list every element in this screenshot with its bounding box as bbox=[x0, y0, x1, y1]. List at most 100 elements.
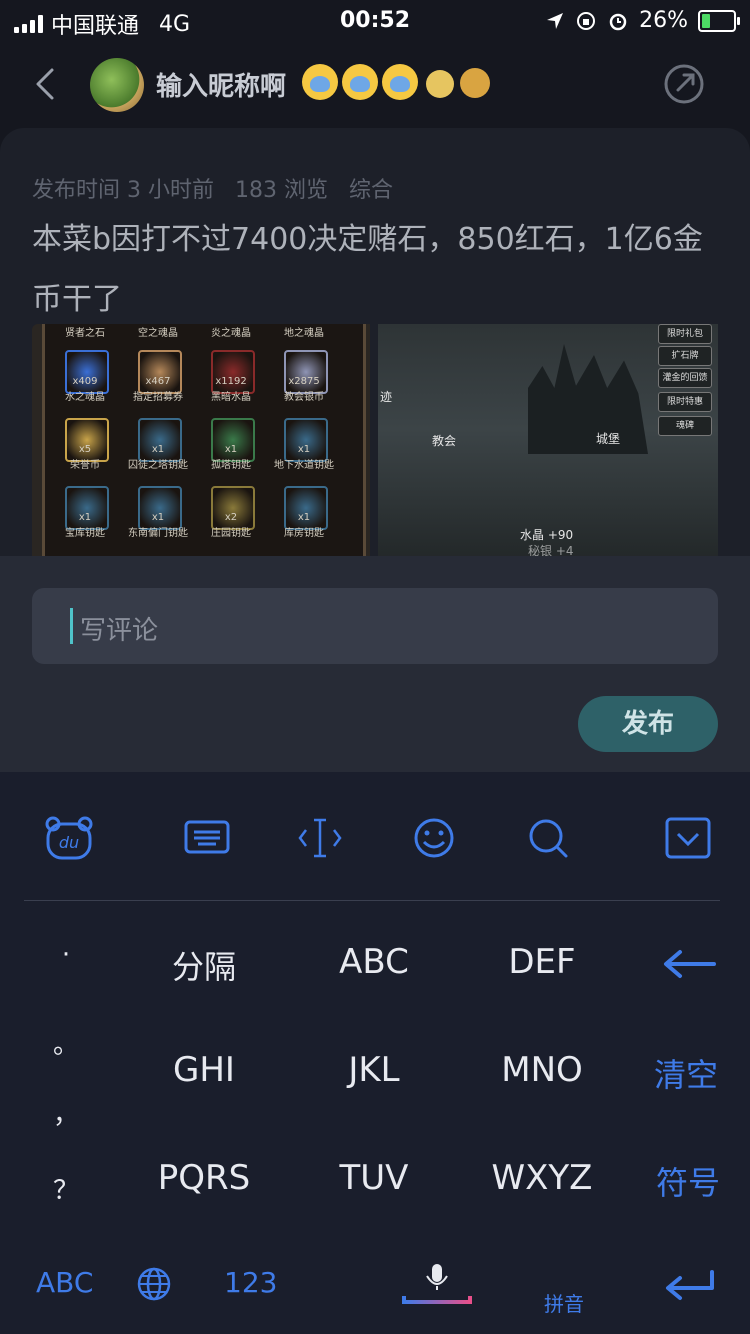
inventory-count: x1 bbox=[151, 512, 165, 523]
post-image-castle[interactable]: 限时礼包 扩石牌 灌金的回馈 限时特惠 魂碑 迹 教会 城堡 水晶 +90 秘银… bbox=[378, 324, 718, 558]
post-header: 输入昵称啊 bbox=[0, 42, 750, 128]
inventory-count: x1192 bbox=[215, 376, 247, 387]
inventory-name: 地下水道钥匙 bbox=[274, 460, 334, 471]
post-image-inventory[interactable]: 贤者之石 空之魂晶 炎之魂晶 地之魂晶 x409 水之魂晶 x467 指定招募券 x11… bbox=[32, 324, 370, 558]
inventory-count: x5 bbox=[78, 444, 92, 455]
hide-keyboard-icon[interactable] bbox=[664, 816, 712, 860]
post-views: 183 浏览 bbox=[234, 178, 328, 203]
comment-placeholder: 写评论 bbox=[80, 616, 159, 646]
post-meta: 发布时间 3 小时前 183 浏览 综合 bbox=[32, 172, 407, 204]
inventory-name: 指定招募券 bbox=[133, 392, 183, 403]
pinyin-label[interactable]: 拼音 bbox=[544, 1288, 584, 1317]
alarm-icon bbox=[609, 13, 627, 30]
comment-input[interactable]: 写评论 bbox=[32, 588, 718, 664]
inventory-name: 宝库钥匙 bbox=[65, 528, 105, 539]
game-label-church: 教会 bbox=[432, 434, 457, 448]
status-bar: 中国联通 4G 00:52 26% bbox=[0, 0, 750, 42]
post-category: 综合 bbox=[348, 178, 393, 203]
punct-key[interactable]: ？ bbox=[46, 1170, 86, 1207]
inventory-name: 教会银币 bbox=[284, 392, 324, 403]
game-menu-button: 魂碑 bbox=[658, 416, 712, 436]
game-label-crystal: 水晶 +90 bbox=[520, 528, 574, 542]
inventory-top-label: 空之魂晶 bbox=[138, 328, 178, 339]
inventory-name: 庄园钥匙 bbox=[211, 528, 251, 539]
key-abc[interactable]: ABC bbox=[304, 942, 444, 982]
inventory-top-label: 贤者之石 bbox=[65, 328, 105, 339]
key-tuv[interactable]: TUV bbox=[304, 1158, 444, 1198]
share-icon[interactable] bbox=[662, 62, 706, 106]
post-card: 发布时间 3 小时前 183 浏览 综合 本菜b因打不过7400决定赌石，850… bbox=[0, 128, 750, 558]
inventory-name: 孤塔钥匙 bbox=[211, 460, 251, 471]
baidu-logo-text: du bbox=[59, 833, 79, 852]
inventory-count: x1 bbox=[151, 444, 165, 455]
game-menu-button: 限时礼包 bbox=[658, 324, 712, 344]
symbol-key[interactable]: 符号 bbox=[618, 1158, 750, 1204]
keyboard: du · 。 ， ？ 分隔 ABC DEF GHI JKL MNO 清空 PQR… bbox=[0, 772, 750, 1334]
coin-badge-icon bbox=[460, 68, 490, 98]
character-badge-icon bbox=[426, 70, 454, 98]
key-jkl[interactable]: JKL bbox=[304, 1050, 444, 1090]
location-icon bbox=[547, 12, 564, 29]
inventory-name: 东南偏门钥匙 bbox=[128, 528, 188, 539]
scream-emoji-icon bbox=[302, 64, 338, 100]
inventory-panel: 贤者之石 空之魂晶 炎之魂晶 地之魂晶 x409 水之魂晶 x467 指定招募券 x11… bbox=[42, 324, 366, 558]
inventory-name: 黑暗水晶 bbox=[211, 392, 251, 403]
key-wxyz[interactable]: WXYZ bbox=[472, 1158, 612, 1198]
inventory-count: x1 bbox=[297, 512, 311, 523]
game-menu-button: 扩石牌 bbox=[658, 346, 712, 366]
inventory-count: x409 bbox=[72, 376, 98, 387]
text-caret bbox=[70, 608, 73, 644]
castle-silhouette bbox=[528, 344, 648, 454]
keyboard-layout-icon[interactable] bbox=[184, 816, 232, 860]
publish-button[interactable]: 发布 bbox=[578, 696, 718, 752]
punct-key[interactable]: ， bbox=[46, 1094, 86, 1131]
inventory-count: x467 bbox=[145, 376, 171, 387]
punct-key[interactable]: · bbox=[46, 940, 86, 970]
inventory-name: 水之魂晶 bbox=[65, 392, 105, 403]
inventory-name: 荣誉币 bbox=[70, 460, 100, 471]
key-pqrs[interactable]: PQRS bbox=[134, 1158, 274, 1198]
key-mno[interactable]: MNO bbox=[472, 1050, 612, 1090]
avatar[interactable] bbox=[90, 58, 144, 112]
return-icon[interactable] bbox=[664, 1268, 716, 1302]
globe-icon[interactable] bbox=[136, 1266, 172, 1302]
battery-icon bbox=[698, 9, 740, 32]
battery-percent: 26% bbox=[639, 8, 688, 33]
scream-emoji-icon bbox=[382, 64, 418, 100]
inventory-name: 库房钥匙 bbox=[284, 528, 324, 539]
post-images: 贤者之石 空之魂晶 炎之魂晶 地之魂晶 x409 水之魂晶 x467 指定招募券 x11… bbox=[32, 324, 718, 558]
abc-switch-key[interactable]: ABC bbox=[36, 1266, 93, 1299]
key-separator[interactable]: 分隔 bbox=[134, 942, 274, 988]
post-time: 发布时间 3 小时前 bbox=[32, 178, 214, 203]
inventory-top-label: 炎之魂晶 bbox=[211, 328, 251, 339]
inventory-count: x1 bbox=[297, 444, 311, 455]
post-title: 本菜b因打不过7400决定赌石，850红石，1亿6金币干了 bbox=[32, 222, 703, 317]
baidu-logo-icon[interactable]: du bbox=[44, 816, 94, 862]
search-icon[interactable] bbox=[524, 816, 572, 860]
key-ghi[interactable]: GHI bbox=[134, 1050, 274, 1090]
scream-emoji-icon bbox=[342, 64, 378, 100]
backspace-icon[interactable] bbox=[662, 948, 718, 980]
cursor-move-icon[interactable] bbox=[296, 816, 344, 860]
inventory-top-label: 地之魂晶 bbox=[284, 328, 324, 339]
rotation-lock-icon bbox=[577, 11, 596, 30]
game-label-castle: 城堡 bbox=[596, 432, 621, 446]
username[interactable]: 输入昵称啊 bbox=[156, 66, 286, 103]
microphone-icon[interactable] bbox=[400, 1262, 474, 1310]
inventory-count: x1 bbox=[224, 444, 238, 455]
emoji-icon[interactable] bbox=[410, 816, 458, 860]
inventory-name: 囚徒之塔钥匙 bbox=[128, 460, 188, 471]
inventory-count: x1 bbox=[78, 512, 92, 523]
inventory-count: x2 bbox=[224, 512, 238, 523]
game-label-trace: 迹 bbox=[380, 390, 393, 404]
clear-key[interactable]: 清空 bbox=[616, 1050, 750, 1096]
comment-panel: 写评论 发布 bbox=[0, 556, 750, 772]
number-switch-key[interactable]: 123 bbox=[224, 1266, 277, 1299]
punct-key[interactable]: 。 bbox=[46, 1024, 86, 1061]
inventory-count: x2875 bbox=[288, 376, 320, 387]
back-icon[interactable] bbox=[28, 64, 68, 104]
keyboard-divider bbox=[24, 900, 720, 901]
key-def[interactable]: DEF bbox=[472, 942, 612, 982]
game-menu-button: 限时特惠 bbox=[658, 392, 712, 412]
game-menu-button: 灌金的回馈 bbox=[658, 368, 712, 388]
